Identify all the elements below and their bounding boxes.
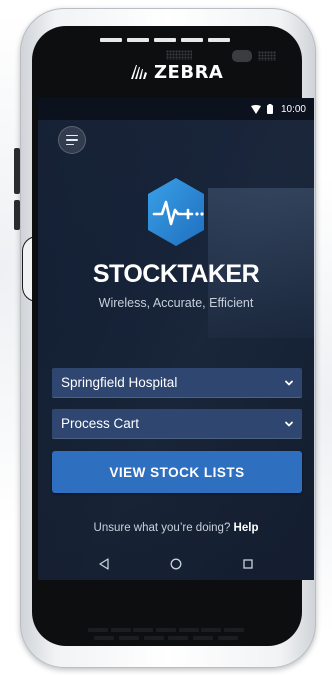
menu-icon <box>66 134 78 137</box>
recents-icon <box>243 559 253 569</box>
chevron-down-icon <box>285 421 293 426</box>
help-prompt: Unsure what you’re doing? <box>93 522 231 534</box>
sensor-grille <box>166 50 192 60</box>
app-title: STOCKTAKER <box>92 260 260 288</box>
recents-button[interactable] <box>238 554 258 574</box>
back-button[interactable] <box>94 554 114 574</box>
app-subtitle: Wireless, Accurate, Efficient <box>98 296 254 310</box>
help-line: Unsure what you’re doing? Help <box>38 522 314 534</box>
home-button[interactable] <box>166 554 186 574</box>
device-brand-logo: ZEBRA <box>128 60 223 84</box>
pulse-hexagon-logo <box>144 176 208 248</box>
battery-icon <box>266 104 273 114</box>
home-icon <box>170 558 182 570</box>
cart-select-value: Process Cart <box>61 416 140 431</box>
location-select[interactable]: Springfield Hospital <box>52 368 302 398</box>
chevron-down-icon <box>285 380 293 385</box>
status-time: 10:00 <box>280 103 306 115</box>
help-link[interactable]: Help <box>234 522 259 534</box>
volume-button <box>14 200 20 230</box>
bottom-speaker-grille-2 <box>94 636 238 644</box>
sensor-grille-right <box>258 51 276 61</box>
brand-text: ZEBRA <box>154 61 224 83</box>
navigation-bar <box>38 548 314 580</box>
front-camera <box>232 50 252 62</box>
view-stock-lists-button[interactable]: VIEW STOCK LISTS <box>52 451 302 493</box>
wifi-icon <box>250 104 261 114</box>
location-select-value: Springfield Hospital <box>61 375 178 390</box>
device-screen: 10:00 STOCKTAKER Wireless, Accurate, Eff… <box>38 98 314 580</box>
back-icon <box>99 558 109 570</box>
bottom-speaker-grille <box>88 628 244 636</box>
power-button <box>14 148 20 194</box>
top-speaker-grille <box>100 38 230 46</box>
status-bar: 10:00 <box>38 98 314 120</box>
zebra-head-icon <box>131 65 147 79</box>
cart-select[interactable]: Process Cart <box>52 409 302 439</box>
menu-button[interactable] <box>58 126 86 154</box>
